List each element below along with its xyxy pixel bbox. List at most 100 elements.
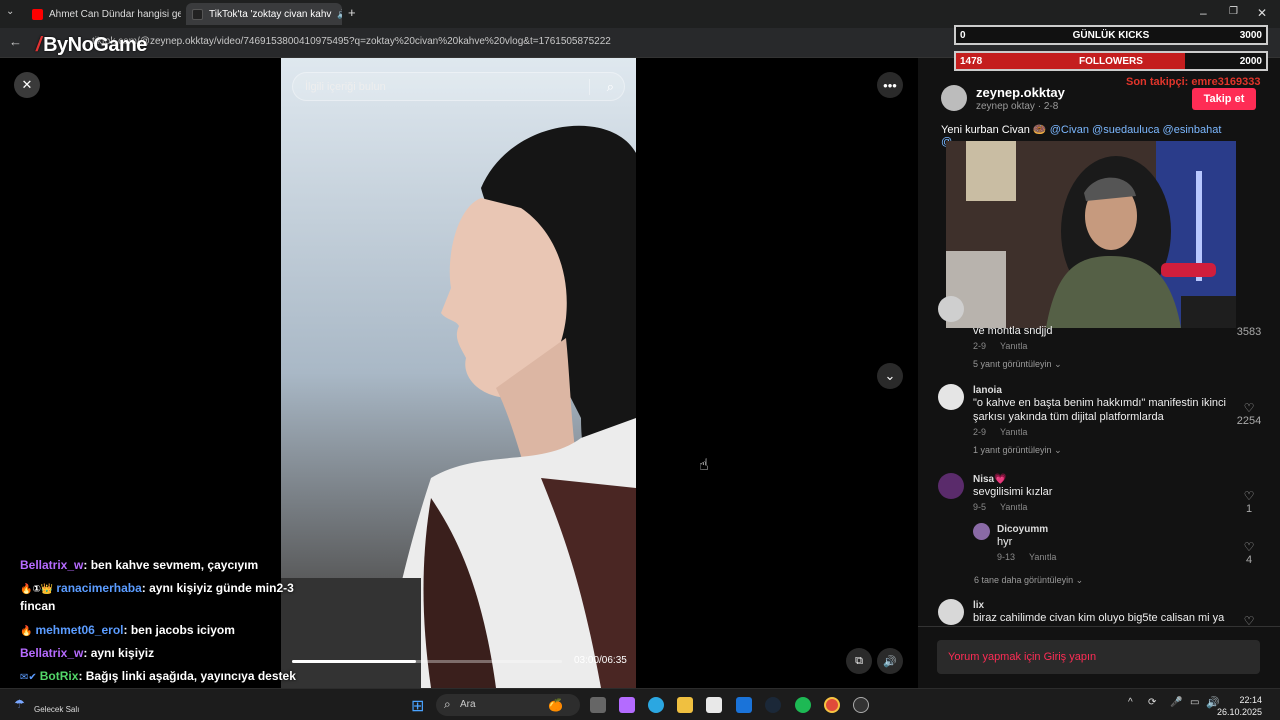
avatar[interactable] — [938, 599, 964, 625]
comment-item: lix biraz cahilimde civan kim oluyo big5… — [973, 600, 1229, 626]
clock-time: 22:14 — [1239, 695, 1262, 705]
heart-icon[interactable]: ♡ — [1234, 540, 1264, 554]
search-divider — [589, 79, 590, 95]
tab-title: TikTok'ta 'zoktay civan kahv — [209, 8, 332, 20]
weather-text[interactable]: Gelecek Salı — [34, 705, 79, 714]
last-follower: Son takipçi: emre3169333 — [1126, 76, 1261, 88]
followers-goal: 2000 — [1239, 55, 1262, 67]
comment-author[interactable]: Nisa💗 — [973, 474, 1273, 485]
task-view-icon[interactable] — [590, 697, 606, 713]
tab-youtube[interactable]: Ahmet Can Dündar hangisi gel ✕ — [26, 3, 181, 25]
tab-search-icon[interactable]: ⌄ — [6, 6, 14, 17]
follow-button[interactable]: Takip et — [1192, 88, 1256, 110]
taskbar-clock[interactable]: 22:14 26.10.2025 — [1217, 694, 1262, 718]
maximize-icon[interactable]: ❐ — [1229, 6, 1238, 17]
comment-author[interactable]: lix — [973, 600, 1229, 611]
like-control[interactable]: ♡ 1 — [1234, 489, 1264, 515]
tiktok-icon — [192, 8, 203, 20]
heart-icon[interactable]: ♡ — [1234, 401, 1264, 415]
like-control[interactable]: ♡ 2254 — [1234, 401, 1264, 427]
comment-text: biraz cahilimde civan kim oluyo big5te c… — [973, 612, 1225, 624]
video-player[interactable] — [281, 58, 636, 688]
search-input[interactable]: İlgili içeriği bulun ⌕ — [292, 72, 625, 101]
chat-text: : ben jacobs iciyom — [123, 623, 235, 637]
minimize-icon[interactable]: – — [1200, 6, 1207, 20]
store-icon[interactable] — [706, 697, 722, 713]
volume-icon[interactable]: 🔊 — [877, 648, 903, 674]
comment-date: 9-13 — [997, 552, 1016, 562]
chat-badges: ✉✔ — [20, 672, 37, 683]
like-control[interactable]: ♡ 4 — [1234, 540, 1264, 566]
chat-text: : aynı kişiyiz — [83, 646, 155, 660]
speaker-icon[interactable]: 🔊 — [337, 9, 342, 20]
chat-badges: 🔥 — [20, 626, 33, 637]
chat-username: Bellatrix_w — [20, 558, 84, 572]
avatar[interactable] — [938, 384, 964, 410]
back-icon[interactable]: ← — [9, 34, 22, 49]
comment-item: Nisa💗 sevgilisimi kızlar 9-5 Yanıtla — [973, 474, 1273, 512]
view-replies-link[interactable]: 5 yanıt görüntüleyin ⌄ — [973, 359, 1273, 370]
fruit-icon: 🍊 — [548, 698, 563, 712]
video-frame — [281, 58, 636, 688]
chat-username: BotRix — [39, 669, 79, 683]
view-replies-text: 1 yanıt görüntüleyin — [973, 445, 1052, 455]
close-icon[interactable]: ✕ — [14, 72, 40, 98]
login-to-comment-button[interactable]: Yorum yapmak için Giriş yapın — [937, 640, 1260, 674]
kicks-label: GÜNLÜK KICKS — [1072, 29, 1150, 41]
more-options-icon[interactable]: ••• — [877, 72, 903, 98]
file-explorer-icon[interactable] — [677, 697, 693, 713]
like-count: 2254 — [1236, 415, 1262, 427]
search-icon[interactable]: ⌕ — [607, 79, 614, 95]
edge-icon[interactable] — [648, 697, 664, 713]
browser-tab-bar: ⌄ Ahmet Can Dündar hangisi gel ✕ TikTok'… — [0, 0, 1280, 28]
chat-username: ranacimerhaba — [56, 581, 142, 595]
comment-item: ve montla sndjjd 2-9 Yanıtla 5 yanıt görü… — [973, 324, 1273, 370]
taskbar-search[interactable]: ⌕ Ara 🍊 — [436, 694, 580, 716]
network-icon[interactable]: ▭ — [1190, 697, 1199, 708]
video-progress-fill — [292, 660, 417, 663]
comment-meta: 2-9 Yanıtla — [973, 341, 1273, 351]
windows-taskbar: ☂ Gelecek Salı ⊞ ⌕ Ara 🍊 ^ ⟳ 🎤 ▭ 🔊 22:14… — [0, 688, 1280, 720]
reply-link[interactable]: Yanıtla — [1000, 427, 1027, 437]
picture-in-picture-icon[interactable]: ⧉ — [846, 648, 872, 674]
reply-link[interactable]: Yanıtla — [1029, 552, 1056, 562]
post-username[interactable]: zeynep.okktay — [976, 85, 1065, 100]
new-tab-button[interactable]: + — [348, 5, 356, 20]
youtube-icon — [32, 8, 43, 20]
chevron-down-icon[interactable]: ⌄ — [877, 363, 903, 389]
comment-author[interactable]: Dicoyumm — [997, 524, 1280, 535]
view-replies-link[interactable]: 1 yanıt görüntüleyin ⌄ — [973, 445, 1229, 456]
tab-tiktok[interactable]: TikTok'ta 'zoktay civan kahv 🔊 ✕ — [186, 3, 342, 25]
windows-start-icon[interactable]: ⊞ — [411, 696, 424, 716]
comment-author[interactable]: lanoia — [973, 385, 1229, 396]
like-count: 1 — [1245, 503, 1253, 515]
heart-icon[interactable]: ♡ — [1234, 489, 1264, 503]
obs-icon[interactable] — [853, 697, 869, 713]
comment-date: 2-9 — [973, 427, 987, 437]
chat-username: Bellatrix_w — [20, 646, 84, 660]
video-progress-bar[interactable] — [292, 660, 562, 663]
comment-date: 2-9 — [973, 341, 987, 351]
chrome-icon[interactable] — [824, 697, 840, 713]
avatar[interactable] — [941, 85, 967, 111]
caption-mentions[interactable]: @Civan @suedauluca @esinbahat — [1050, 124, 1222, 136]
outlook-icon[interactable] — [736, 697, 752, 713]
weather-icon[interactable]: ☂ — [14, 697, 25, 711]
reply-link[interactable]: Yanıtla — [1000, 502, 1027, 512]
avatar[interactable] — [938, 473, 964, 499]
close-window-icon[interactable]: ✕ — [1257, 6, 1267, 20]
divider — [918, 626, 1280, 627]
spotify-icon[interactable] — [795, 697, 811, 713]
copilot-icon[interactable] — [619, 697, 635, 713]
taskbar-search-label: Ara — [460, 699, 476, 710]
url-field[interactable]: tiktok.com/@zeynep.okktay/video/74691538… — [92, 36, 611, 47]
view-more-replies-link[interactable]: 6 tane daha görüntüleyin ⌄ — [974, 575, 1083, 586]
microphone-icon[interactable]: 🎤 — [1170, 697, 1182, 708]
avatar[interactable] — [938, 296, 964, 322]
reply-link[interactable]: Yanıtla — [1000, 341, 1027, 351]
cursor-icon: ☝ — [699, 457, 709, 474]
sync-icon[interactable]: ⟳ — [1148, 697, 1156, 708]
steam-icon[interactable] — [765, 697, 781, 713]
avatar[interactable] — [973, 523, 990, 540]
chevron-up-icon[interactable]: ^ — [1128, 697, 1133, 708]
